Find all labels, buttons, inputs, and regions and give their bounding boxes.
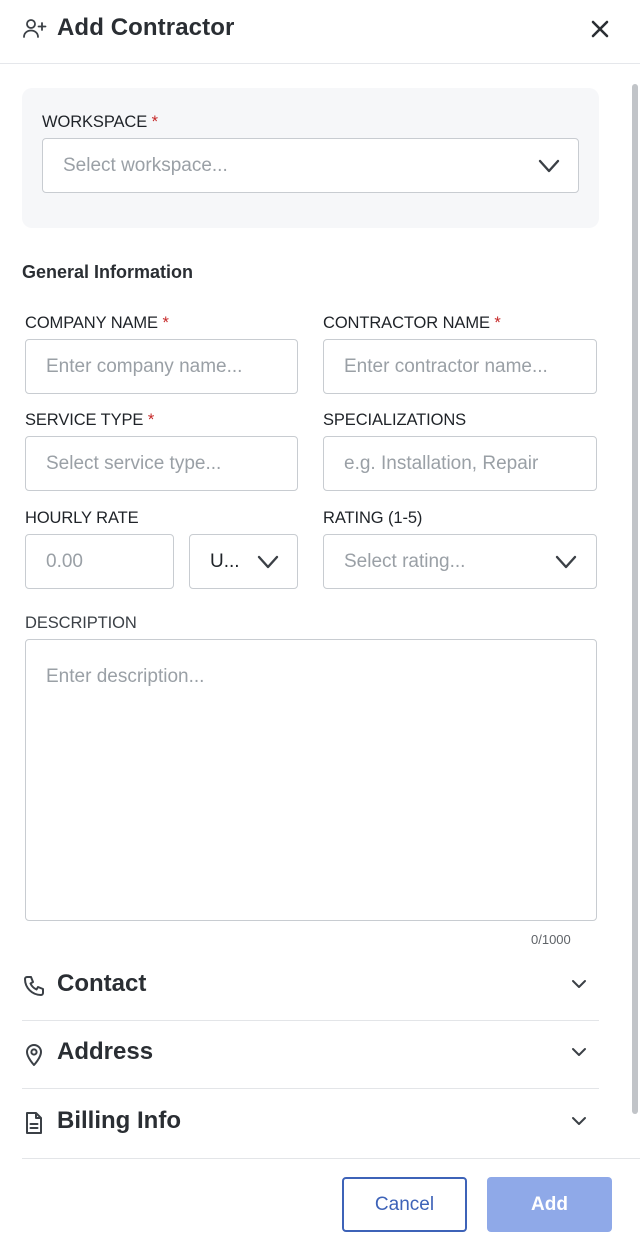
workspace-label: WORKSPACE * [42,113,158,131]
rating-label: RATING (1-5) [323,509,423,527]
specializations-input[interactable]: e.g. Installation, Repair [323,436,597,491]
chevron-down-icon [257,555,279,569]
workspace-placeholder: Select workspace... [63,155,228,176]
specializations-label: SPECIALIZATIONS [323,411,467,429]
hourly-rate-label: HOURLY RATE [25,509,139,527]
currency-select[interactable]: U... [189,534,298,589]
company-name-label: COMPANY NAME * [25,314,169,332]
hourly-rate-input[interactable]: 0.00 [25,534,174,589]
chevron-down-icon [572,1117,586,1125]
description-char-counter: 0/1000 [531,932,571,947]
chevron-down-icon [538,159,560,173]
rating-select[interactable]: Select rating... [323,534,597,589]
contractor-name-input[interactable]: Enter contractor name... [323,339,597,394]
workspace-select[interactable]: Select workspace... [42,138,579,193]
general-info-title: General Information [22,262,194,282]
company-name-input[interactable]: Enter company name... [25,339,298,394]
description-label: DESCRIPTION [25,614,137,632]
document-icon [26,1112,42,1134]
contractor-name-label: CONTRACTOR NAME * [323,314,501,332]
description-textarea[interactable]: Enter description... [25,639,597,921]
cancel-button[interactable]: Cancel [342,1177,467,1232]
billing-info-section-toggle[interactable]: Billing Info [22,1090,599,1158]
add-button[interactable]: Add [487,1177,612,1232]
location-pin-icon [26,1044,42,1066]
chevron-down-icon [572,1048,586,1056]
dialog-title: Add Contractor [57,14,235,41]
user-plus-icon [23,19,47,38]
dialog-header: Add Contractor [0,0,640,64]
close-button[interactable] [586,15,614,43]
scrollbar-thumb[interactable] [632,84,638,1114]
contact-section-toggle[interactable]: Contact [22,953,599,1021]
close-icon [591,20,609,38]
service-type-label: SERVICE TYPE * [25,411,155,429]
chevron-down-icon [555,555,577,569]
chevron-down-icon [572,980,586,988]
phone-icon [24,976,44,996]
service-type-input[interactable]: Select service type... [25,436,298,491]
address-section-toggle[interactable]: Address [22,1021,599,1089]
